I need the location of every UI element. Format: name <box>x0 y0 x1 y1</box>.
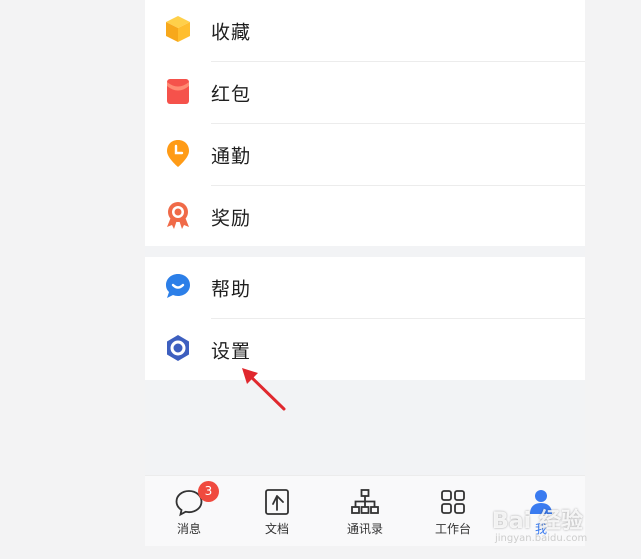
tab-workbench[interactable]: 工作台 <box>409 476 497 546</box>
settings-hexagon-icon <box>167 335 189 361</box>
menu-item-label: 设置 <box>211 340 252 363</box>
menu-item-reward[interactable]: 奖励 <box>145 186 585 248</box>
menu-item-label: 通勤 <box>211 145 252 168</box>
menu-item-settings[interactable]: 设置 <box>145 319 585 381</box>
menu-item-commute[interactable]: 通勤 <box>145 124 585 186</box>
watermark-url: jingyan.baidu.com <box>495 533 588 544</box>
reward-medal-icon <box>167 202 189 229</box>
menu-group-primary: 收藏 红包 通勤 奖励 <box>145 0 585 246</box>
menu-item-help[interactable]: 帮助 <box>145 257 585 319</box>
menu-item-favorites[interactable]: 收藏 <box>145 0 585 62</box>
annotation-arrow-icon <box>242 368 286 411</box>
tab-label: 工作台 <box>434 522 471 536</box>
red-envelope-icon <box>167 79 189 104</box>
unread-badge: 3 <box>198 481 219 502</box>
tab-docs[interactable]: 文档 <box>233 476 321 546</box>
tab-label: 消息 <box>176 522 201 536</box>
tab-messages[interactable]: 3 消息 <box>145 476 233 546</box>
help-chat-icon <box>166 274 190 298</box>
document-icon <box>265 489 289 515</box>
menu-item-label: 红包 <box>211 83 252 106</box>
watermark-logo: Bai 经验 <box>492 509 583 534</box>
menu-item-label: 奖励 <box>211 207 252 230</box>
menu-group-secondary: 帮助 设置 <box>145 257 585 380</box>
menu-item-label: 帮助 <box>211 278 252 301</box>
app-screen: 收藏 红包 通勤 奖励 帮助 设置 3 消息 文档 通讯录 工作台 我 <box>145 0 585 546</box>
menu-item-label: 收藏 <box>211 21 252 44</box>
favorites-box-icon <box>166 16 190 42</box>
grid-apps-icon <box>441 490 465 514</box>
tab-label: 通讯录 <box>346 522 383 536</box>
tab-label: 文档 <box>264 522 289 536</box>
menu-item-red-envelope[interactable]: 红包 <box>145 62 585 124</box>
commute-clock-pin-icon <box>167 140 189 167</box>
tab-contacts[interactable]: 通讯录 <box>321 476 409 546</box>
org-chart-icon <box>351 489 379 514</box>
